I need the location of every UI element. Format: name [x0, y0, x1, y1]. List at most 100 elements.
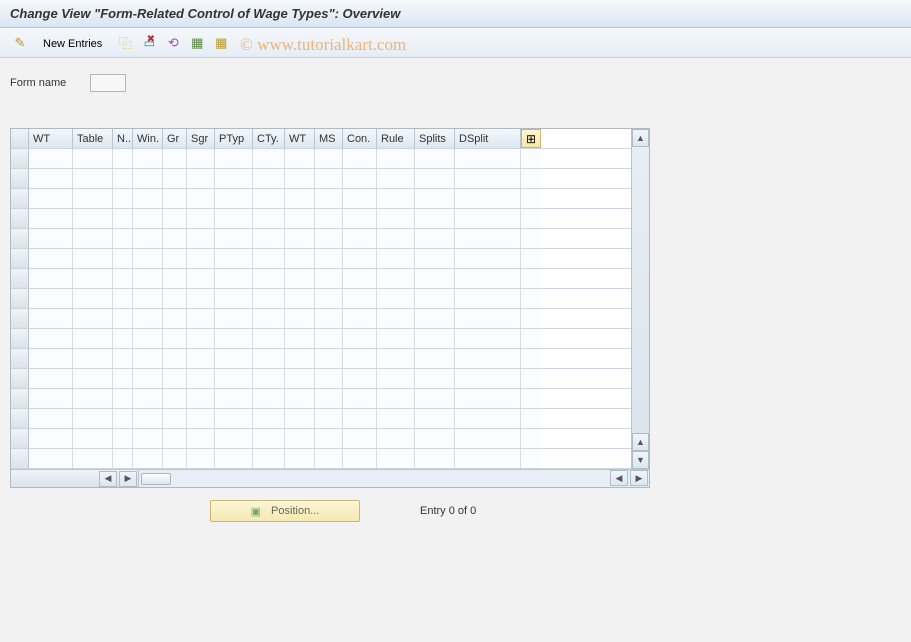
table-cell[interactable]	[73, 269, 113, 288]
table-cell[interactable]	[113, 189, 133, 208]
table-cell[interactable]	[315, 329, 343, 348]
col-splits[interactable]: Splits	[415, 129, 455, 148]
table-cell[interactable]	[73, 409, 113, 428]
table-cell[interactable]	[343, 349, 377, 368]
form-name-input[interactable]	[90, 74, 126, 92]
table-cell[interactable]	[455, 409, 521, 428]
row-selector[interactable]	[11, 329, 29, 348]
table-cell[interactable]	[73, 209, 113, 228]
table-cell[interactable]	[253, 149, 285, 168]
toggle-edit-button[interactable]: ✎	[10, 33, 30, 53]
table-cell[interactable]	[377, 249, 415, 268]
table-cell[interactable]	[343, 449, 377, 468]
table-cell[interactable]	[215, 389, 253, 408]
hscroll-thumb[interactable]	[141, 473, 171, 485]
table-cell[interactable]	[187, 349, 215, 368]
select-all-rows[interactable]	[11, 129, 29, 148]
table-cell[interactable]	[215, 229, 253, 248]
table-config-button[interactable]: ⊞	[521, 129, 541, 148]
col-wt[interactable]: WT	[29, 129, 73, 148]
table-cell[interactable]	[315, 349, 343, 368]
table-cell[interactable]	[253, 329, 285, 348]
table-cell[interactable]	[455, 309, 521, 328]
table-row[interactable]	[11, 249, 631, 269]
table-cell[interactable]	[285, 429, 315, 448]
row-selector[interactable]	[11, 429, 29, 448]
scroll-left2-button[interactable]: ◀	[610, 470, 628, 486]
table-cell[interactable]	[73, 349, 113, 368]
table-cell[interactable]	[133, 329, 163, 348]
table-cell[interactable]	[343, 149, 377, 168]
table-cell[interactable]	[163, 349, 187, 368]
table-cell[interactable]	[377, 349, 415, 368]
table-cell[interactable]	[455, 329, 521, 348]
table-cell[interactable]	[29, 189, 73, 208]
table-cell[interactable]	[377, 429, 415, 448]
deselect-all-button[interactable]: ▦	[211, 33, 231, 53]
table-cell[interactable]	[29, 389, 73, 408]
table-cell[interactable]	[377, 329, 415, 348]
table-cell[interactable]	[163, 329, 187, 348]
table-cell[interactable]	[133, 449, 163, 468]
table-cell[interactable]	[113, 269, 133, 288]
vertical-scrollbar[interactable]: ▲ ▲ ▼	[631, 129, 649, 469]
table-cell[interactable]	[253, 209, 285, 228]
table-cell[interactable]	[377, 409, 415, 428]
table-cell[interactable]	[73, 229, 113, 248]
table-cell[interactable]	[285, 349, 315, 368]
table-cell[interactable]	[343, 169, 377, 188]
table-row[interactable]	[11, 429, 631, 449]
table-cell[interactable]	[133, 429, 163, 448]
table-cell[interactable]	[73, 369, 113, 388]
table-cell[interactable]	[163, 449, 187, 468]
table-cell[interactable]	[73, 449, 113, 468]
table-cell[interactable]	[215, 149, 253, 168]
table-cell[interactable]	[455, 369, 521, 388]
table-cell[interactable]	[343, 269, 377, 288]
table-cell[interactable]	[113, 149, 133, 168]
col-rule[interactable]: Rule	[377, 129, 415, 148]
table-cell[interactable]	[343, 289, 377, 308]
table-cell[interactable]	[415, 429, 455, 448]
table-cell[interactable]	[187, 269, 215, 288]
table-cell[interactable]	[29, 449, 73, 468]
table-cell[interactable]	[113, 449, 133, 468]
table-cell[interactable]	[187, 389, 215, 408]
table-cell[interactable]	[187, 209, 215, 228]
table-cell[interactable]	[163, 229, 187, 248]
table-cell[interactable]	[187, 449, 215, 468]
new-entries-button[interactable]: New Entries	[34, 33, 111, 53]
col-con[interactable]: Con.	[343, 129, 377, 148]
table-cell[interactable]	[415, 269, 455, 288]
table-cell[interactable]	[73, 429, 113, 448]
table-cell[interactable]	[29, 209, 73, 228]
table-cell[interactable]	[343, 329, 377, 348]
table-cell[interactable]	[215, 369, 253, 388]
copy-button[interactable]: ⿻	[115, 33, 135, 53]
table-cell[interactable]	[455, 449, 521, 468]
table-row[interactable]	[11, 149, 631, 169]
table-cell[interactable]	[113, 349, 133, 368]
table-cell[interactable]	[113, 389, 133, 408]
table-cell[interactable]	[163, 189, 187, 208]
table-cell[interactable]	[163, 209, 187, 228]
table-cell[interactable]	[215, 289, 253, 308]
row-selector[interactable]	[11, 369, 29, 388]
table-cell[interactable]	[187, 309, 215, 328]
table-cell[interactable]	[343, 369, 377, 388]
row-selector[interactable]	[11, 189, 29, 208]
table-cell[interactable]	[29, 429, 73, 448]
delete-button[interactable]: ▭ ✖	[139, 33, 159, 53]
table-cell[interactable]	[215, 249, 253, 268]
table-cell[interactable]	[253, 229, 285, 248]
position-button[interactable]: ▣ Position...	[210, 500, 360, 522]
table-cell[interactable]	[113, 369, 133, 388]
table-cell[interactable]	[343, 209, 377, 228]
table-cell[interactable]	[73, 309, 113, 328]
table-cell[interactable]	[315, 409, 343, 428]
table-cell[interactable]	[315, 389, 343, 408]
table-cell[interactable]	[377, 169, 415, 188]
table-cell[interactable]	[415, 389, 455, 408]
table-cell[interactable]	[455, 149, 521, 168]
table-cell[interactable]	[343, 229, 377, 248]
